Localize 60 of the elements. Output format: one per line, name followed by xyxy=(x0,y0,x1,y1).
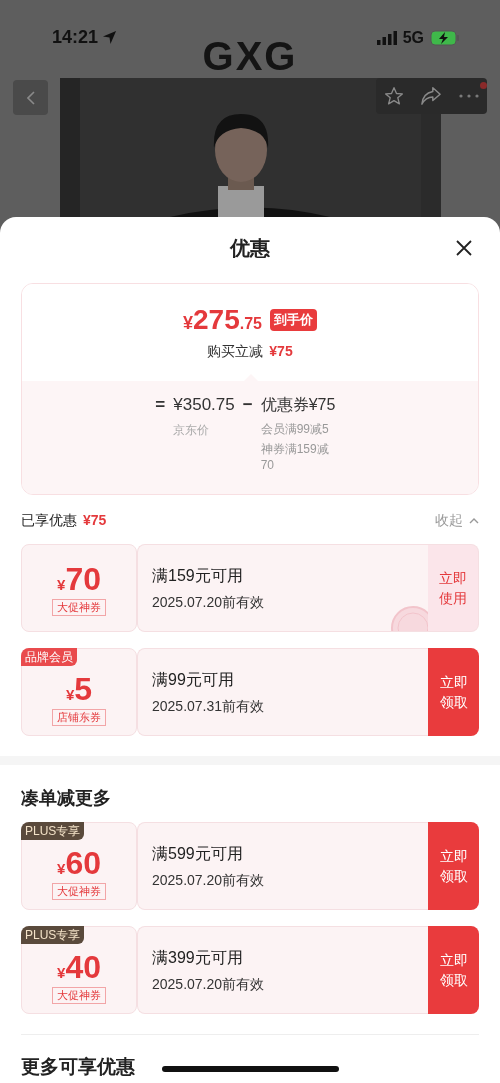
enjoyed-value: ¥75 xyxy=(83,511,107,530)
coupon-action-button[interactable]: 立即领取 xyxy=(428,648,479,736)
minus-sign: − xyxy=(242,394,253,416)
network-label: 5G xyxy=(402,27,424,48)
coupon-action-button[interactable]: 立即领取 xyxy=(428,822,479,910)
saving-label: 购买立减 xyxy=(207,341,264,361)
coupon-condition: 满159元可用 xyxy=(152,566,244,586)
star-icon[interactable] xyxy=(384,86,405,106)
coupon-condition: 满399元可用 xyxy=(152,948,244,968)
price-symbol: ¥ xyxy=(183,312,193,335)
coupon-tag: 店铺东券 xyxy=(52,708,106,726)
coupon-badge: PLUS专享 xyxy=(21,926,85,944)
coupon-validity: 2025.07.20前有效 xyxy=(152,593,266,612)
back-chevron-icon xyxy=(26,90,35,105)
original-price-label: 京东价 xyxy=(173,422,211,439)
coupon-amount: 70 xyxy=(65,560,101,597)
coupon-amount: 40 xyxy=(65,948,101,985)
chevron-up-icon xyxy=(469,517,479,524)
currency-symbol: ¥ xyxy=(65,685,75,705)
currency-symbol: ¥ xyxy=(57,963,66,983)
notification-dot-icon xyxy=(480,82,487,89)
more-icon[interactable] xyxy=(458,94,479,98)
coupon-action-button[interactable]: 立即使用 xyxy=(428,544,479,632)
coupon-condition: 满599元可用 xyxy=(152,844,244,864)
coupon-tag: 大促神券 xyxy=(52,986,106,1004)
coupon-action-button[interactable]: 立即领取 xyxy=(428,926,479,1014)
close-icon[interactable] xyxy=(456,240,472,256)
coupon-badge: PLUS专享 xyxy=(21,822,85,840)
coupon-condition: 满99元可用 xyxy=(152,670,235,690)
coupon-tag: 大促神券 xyxy=(52,598,106,616)
sheet-title: 优惠 xyxy=(230,236,270,261)
enjoyed-label: 已享优惠 xyxy=(21,511,77,530)
saving-value: ¥75 xyxy=(269,341,293,361)
coupon-validity: 2025.07.20前有效 xyxy=(152,871,266,890)
coupon-detail: 神券满159减70 xyxy=(260,441,330,473)
currency-symbol: ¥ xyxy=(57,575,66,595)
coupon-validity: 2025.07.31前有效 xyxy=(152,697,266,716)
coupon-amount: 60 xyxy=(65,844,101,881)
coupon-badge: 品牌会员 xyxy=(21,648,77,666)
section-title: 凑单减更多 xyxy=(21,788,111,808)
battery-charging-icon xyxy=(430,29,460,46)
price-tag: 到手价 xyxy=(270,309,317,331)
home-indicator-icon xyxy=(162,1066,339,1072)
equals-sign: = xyxy=(155,394,166,416)
price-integer: 275 xyxy=(193,303,240,336)
coupon-tag: 大促神券 xyxy=(52,882,106,900)
coupon-amount: 5 xyxy=(74,670,93,707)
price-decimal: .75 xyxy=(239,313,262,334)
currency-symbol: ¥ xyxy=(57,859,66,879)
signal-icon xyxy=(376,30,397,45)
location-arrow-icon xyxy=(102,30,118,45)
share-icon[interactable] xyxy=(420,86,443,106)
original-price: ¥350.75 xyxy=(173,394,235,416)
collapse-button[interactable]: 收起 xyxy=(435,510,479,531)
coupon-validity: 2025.07.20前有效 xyxy=(152,975,266,994)
brand-logo: GXG xyxy=(202,34,298,78)
section-title: 更多可享优惠 xyxy=(21,1055,135,1079)
coupon-total: 优惠券¥75 xyxy=(260,395,337,415)
coupon-detail: 会员满99减5 xyxy=(260,421,330,437)
status-time: 14:21 xyxy=(52,26,99,49)
